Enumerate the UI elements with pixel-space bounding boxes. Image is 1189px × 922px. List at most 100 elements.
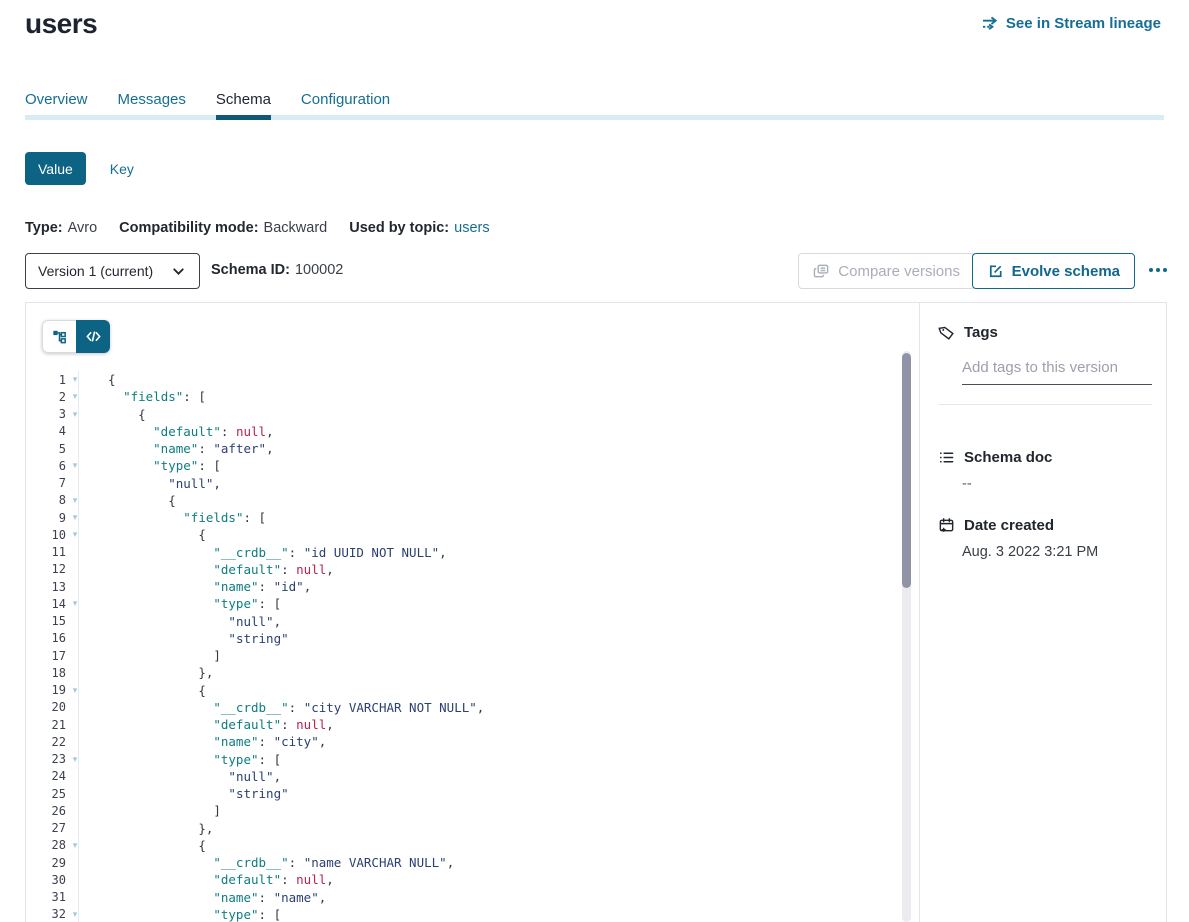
tab-overview[interactable]: Overview <box>25 90 88 115</box>
line-number: 20 <box>26 700 66 714</box>
line-number: 7 <box>26 476 66 490</box>
line-number: 2 <box>26 390 66 404</box>
line-number: 30 <box>26 873 66 887</box>
meta-compatibility-value: Backward <box>264 220 328 236</box>
tab-schema[interactable]: Schema <box>216 90 271 115</box>
schema-id-label: Schema ID: <box>211 262 290 278</box>
code-text: }, <box>108 821 213 836</box>
chevron-collapse-icon[interactable]: ▾ <box>69 409 81 420</box>
code-view-button[interactable] <box>76 320 110 353</box>
code-line: 8▾ { <box>26 492 899 509</box>
code-text: "default": null, <box>108 717 334 732</box>
code-text: "type": [ <box>108 752 281 767</box>
line-number: 17 <box>26 649 66 663</box>
stream-lineage-link[interactable]: See in Stream lineage <box>982 15 1161 32</box>
meta-type: Type: Avro <box>25 220 97 236</box>
line-number: 11 <box>26 545 66 559</box>
line-number: 26 <box>26 804 66 818</box>
code-line: 30 "default": null, <box>26 871 899 888</box>
schema-card: 1▾{2▾ "fields": [3▾ {4 "default": null,5… <box>25 302 1167 922</box>
code-line: 23▾ "type": [ <box>26 751 899 768</box>
schema-doc-heading: Schema doc <box>964 449 1052 466</box>
code-line: 32▾ "type": [ <box>26 906 899 922</box>
copy-versions-icon <box>813 263 830 280</box>
chevron-collapse-icon[interactable]: ▾ <box>69 909 81 920</box>
add-tags-input[interactable] <box>962 357 1152 385</box>
code-text: { <box>108 683 206 698</box>
chevron-down-icon <box>170 263 187 280</box>
tab-underline-track <box>25 115 1164 120</box>
line-number: 29 <box>26 856 66 870</box>
list-icon <box>938 449 955 466</box>
chevron-collapse-icon[interactable]: ▾ <box>69 391 81 402</box>
more-menu-button[interactable] <box>1143 255 1173 285</box>
tab-configuration[interactable]: Configuration <box>301 90 390 115</box>
code-line: 20 "__crdb__": "city VARCHAR NOT NULL", <box>26 699 899 716</box>
code-scrollbar-thumb[interactable] <box>902 353 911 588</box>
code-text: "null", <box>108 769 281 784</box>
evolve-schema-label: Evolve schema <box>1012 263 1120 280</box>
code-line: 6▾ "type": [ <box>26 457 899 474</box>
more-horizontal-icon <box>1149 268 1167 272</box>
line-number: 23 <box>26 752 66 766</box>
chevron-collapse-icon[interactable]: ▾ <box>69 529 81 540</box>
chevron-collapse-icon[interactable]: ▾ <box>69 685 81 696</box>
code-text: "null", <box>108 614 281 629</box>
schema-part-toggle: Value Key <box>25 152 134 185</box>
code-text: ] <box>108 648 221 663</box>
code-text: "__crdb__": "city VARCHAR NOT NULL", <box>108 700 484 715</box>
code-line: 22 "name": "city", <box>26 733 899 750</box>
code-text: "name": "city", <box>108 734 326 749</box>
tree-view-button[interactable] <box>42 320 76 353</box>
code-scrollbar-track[interactable] <box>902 351 911 922</box>
schema-doc-value: -- <box>962 476 972 492</box>
compare-versions-button[interactable]: Compare versions <box>798 253 975 289</box>
line-number: 8 <box>26 493 66 507</box>
chevron-collapse-icon[interactable]: ▾ <box>69 495 81 506</box>
evolve-schema-button[interactable]: Evolve schema <box>972 253 1135 289</box>
tab-bar: Overview Messages Schema Configuration <box>25 90 1164 115</box>
line-number: 19 <box>26 683 66 697</box>
code-line: 5 "name": "after", <box>26 440 899 457</box>
schema-doc-heading-row: Schema doc <box>938 449 1052 466</box>
version-select[interactable]: Version 1 (current) <box>25 253 200 289</box>
value-toggle-button[interactable]: Value <box>25 152 86 185</box>
line-number: 1 <box>26 373 66 387</box>
line-number: 9 <box>26 511 66 525</box>
chevron-collapse-icon[interactable]: ▾ <box>69 512 81 523</box>
code-line: 2▾ "fields": [ <box>26 388 899 405</box>
code-line: 12 "default": null, <box>26 561 899 578</box>
meta-type-label: Type: <box>25 220 63 236</box>
code-line: 25 "string" <box>26 785 899 802</box>
code-view-icon <box>85 328 102 345</box>
key-toggle-button[interactable]: Key <box>110 161 134 177</box>
tags-heading: Tags <box>964 324 998 341</box>
line-number: 27 <box>26 821 66 835</box>
stream-lineage-label: See in Stream lineage <box>1006 15 1161 32</box>
meta-type-value: Avro <box>68 220 98 236</box>
schema-code-panel: 1▾{2▾ "fields": [3▾ {4 "default": null,5… <box>26 303 919 922</box>
code-line: 13 "name": "id", <box>26 578 899 595</box>
code-line: 4 "default": null, <box>26 423 899 440</box>
topic-link[interactable]: users <box>454 220 489 236</box>
version-select-value: Version 1 (current) <box>38 263 153 279</box>
sidebar-divider <box>938 404 1152 405</box>
line-number: 25 <box>26 787 66 801</box>
line-number: 24 <box>26 769 66 783</box>
tab-messages[interactable]: Messages <box>118 90 186 115</box>
line-number: 21 <box>26 718 66 732</box>
chevron-collapse-icon[interactable]: ▾ <box>69 598 81 609</box>
chevron-collapse-icon[interactable]: ▾ <box>69 754 81 765</box>
chevron-collapse-icon[interactable]: ▾ <box>69 374 81 385</box>
code-line: 11 "__crdb__": "id UUID NOT NULL", <box>26 544 899 561</box>
chevron-collapse-icon[interactable]: ▾ <box>69 460 81 471</box>
chevron-collapse-icon[interactable]: ▾ <box>69 840 81 851</box>
date-created-value: Aug. 3 2022 3:21 PM <box>962 544 1098 560</box>
code-text: "type": [ <box>108 458 221 473</box>
code-text: "name": "name", <box>108 890 326 905</box>
line-number: 10 <box>26 528 66 542</box>
code-line: 21 "default": null, <box>26 716 899 733</box>
code-line: 18 }, <box>26 664 899 681</box>
viewer-mode-toggle <box>42 320 110 353</box>
meta-used-by-topic: Used by topic: users <box>349 220 489 236</box>
